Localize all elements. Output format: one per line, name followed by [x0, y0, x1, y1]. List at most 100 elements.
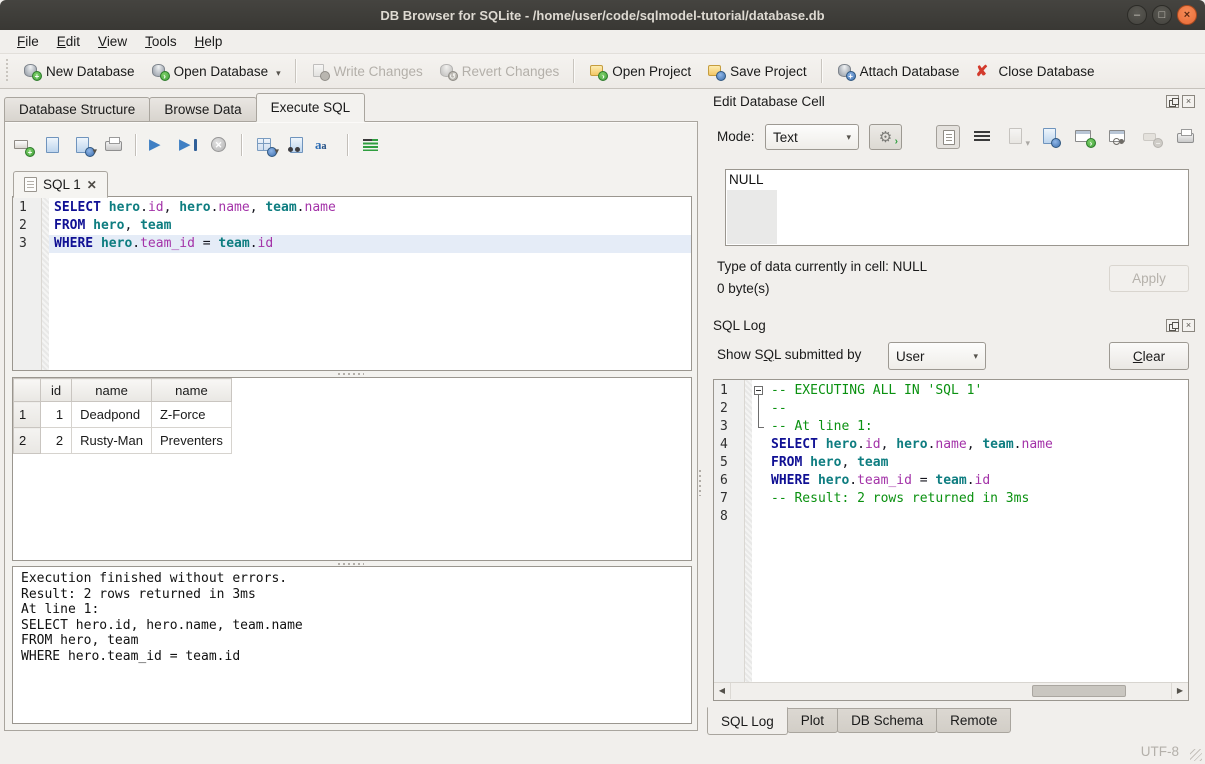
sql-log-filter-label: Show SQL submitted by — [717, 347, 861, 362]
close-sql-tab-icon[interactable]: ✕ — [87, 178, 97, 192]
column-header[interactable]: id — [41, 379, 72, 402]
menu-edit[interactable]: Edit — [48, 32, 89, 51]
execution-status-area[interactable]: Execution finished without errors. Resul… — [12, 566, 692, 724]
bottom-tab-remote[interactable]: Remote — [936, 708, 1011, 733]
menu-file[interactable]: File — [8, 32, 48, 51]
format-sql-icon[interactable] — [361, 135, 381, 155]
float-panel-icon[interactable] — [1166, 319, 1179, 332]
sql-log-editor[interactable]: 1-- EXECUTING ALL IN 'SQL 1'2--3-- At li… — [713, 379, 1189, 701]
execute-sql-page: + ▾ ▶ ▶ ✕ ▾ aa SQL 1 ✕ 1SELECT hero.id, … — [4, 121, 698, 731]
table-cell[interactable]: Preventers — [151, 428, 231, 454]
code-line: 4SELECT hero.id, hero.name, team.name — [714, 436, 1188, 454]
open-project-button[interactable]: › Open Project — [581, 59, 699, 83]
save-results-icon[interactable]: ▾ — [255, 135, 275, 155]
sql-log-filter-select[interactable]: User ▾ — [888, 342, 986, 370]
row-header[interactable]: 1 — [14, 402, 41, 428]
bottom-tab-bar: SQL Log Plot DB Schema Remote — [707, 707, 1010, 735]
word-wrap-icon[interactable] — [970, 125, 994, 149]
save-project-button[interactable]: Save Project — [699, 59, 815, 83]
column-header[interactable]: name — [72, 379, 152, 402]
fold-marker[interactable] — [752, 400, 766, 418]
scroll-right-icon[interactable]: ▶ — [1171, 683, 1188, 699]
close-button[interactable]: × — [1177, 5, 1197, 25]
gear-icon: ⚙ — [879, 130, 892, 145]
table-cell[interactable]: 2 — [41, 428, 72, 454]
column-header[interactable]: name — [151, 379, 231, 402]
mode-select[interactable]: Text ▾ — [765, 124, 859, 150]
execute-current-line-icon[interactable]: ▶ — [179, 135, 199, 155]
find-icon[interactable] — [285, 135, 305, 155]
tab-database-structure[interactable]: Database Structure — [4, 97, 150, 122]
fold-marker[interactable] — [752, 382, 766, 400]
right-pane: Edit Database Cell × Mode: Text ▾ ⚙ › ▾ … — [705, 89, 1199, 740]
cell-value-editor[interactable]: NULL — [725, 169, 1189, 246]
attach-database-button[interactable]: + Attach Database — [829, 59, 968, 83]
toolbar-drag-handle[interactable] — [3, 59, 11, 83]
table-cell[interactable]: Z-Force — [151, 402, 231, 428]
cell-size-label: 0 byte(s) — [717, 281, 770, 296]
sql-log-hscrollbar[interactable]: ◀ ▶ — [714, 682, 1188, 700]
code-line: 6WHERE hero.team_id = team.id — [714, 472, 1188, 490]
print-cell-icon[interactable] — [1174, 125, 1198, 149]
line-number: 2 — [714, 400, 744, 418]
results-table: idnamename11DeadpondZ-Force22Rusty-ManPr… — [13, 378, 232, 454]
copy-link-icon[interactable] — [1106, 125, 1130, 149]
pane-splitter[interactable] — [699, 470, 701, 496]
maximize-button[interactable]: □ — [1152, 5, 1172, 25]
tab-browse-data[interactable]: Browse Data — [149, 97, 256, 122]
scroll-left-icon[interactable]: ◀ — [714, 683, 731, 699]
table-row[interactable]: 22Rusty-ManPreventers — [14, 428, 232, 454]
fold-marker[interactable] — [752, 418, 766, 436]
save-sql-file-icon[interactable]: ▾ — [73, 135, 93, 155]
new-sql-tab-icon[interactable]: + — [13, 135, 33, 155]
sql-log-code: 1-- EXECUTING ALL IN 'SQL 1'2--3-- At li… — [714, 382, 1188, 526]
editor-results-splitter[interactable] — [5, 371, 697, 376]
print-sql-icon[interactable] — [103, 135, 123, 155]
table-cell[interactable]: Deadpond — [72, 402, 152, 428]
table-cell[interactable]: 1 — [41, 402, 72, 428]
float-panel-icon[interactable] — [1166, 95, 1179, 108]
table-cell[interactable]: Rusty-Man — [72, 428, 152, 454]
auto-complete-icon[interactable]: aa — [315, 135, 335, 155]
sql-1-tab[interactable]: SQL 1 ✕ — [13, 171, 108, 198]
execute-all-icon[interactable]: ▶ — [149, 135, 169, 155]
clear-log-button[interactable]: Clear — [1109, 342, 1189, 370]
minimize-button[interactable]: – — [1127, 5, 1147, 25]
close-panel-icon[interactable]: × — [1182, 95, 1195, 108]
close-panel-icon[interactable]: × — [1182, 319, 1195, 332]
auto-apply-button[interactable]: ⚙ › — [869, 124, 902, 150]
export-data-icon[interactable] — [1038, 125, 1062, 149]
code-line: 2-- — [714, 400, 1188, 418]
menu-view[interactable]: View — [89, 32, 136, 51]
results-table-area[interactable]: idnamename11DeadpondZ-Force22Rusty-ManPr… — [12, 377, 692, 561]
attach-database-icon: + — [837, 63, 854, 79]
resize-grip[interactable] — [1190, 749, 1202, 761]
menu-help[interactable]: Help — [186, 32, 232, 51]
table-corner-header[interactable] — [14, 379, 41, 402]
open-sql-file-icon[interactable] — [43, 135, 63, 155]
row-header[interactable]: 2 — [14, 428, 41, 454]
bottom-tab-plot[interactable]: Plot — [787, 708, 838, 733]
code-line: 2FROM hero, team — [13, 217, 691, 235]
scrollbar-thumb[interactable] — [1032, 685, 1127, 697]
bottom-tab-sql-log[interactable]: SQL Log — [707, 707, 788, 735]
close-database-button[interactable]: ✘ Close Database — [967, 59, 1102, 83]
chevron-down-icon: ▾ — [963, 351, 978, 362]
encoding-indicator: UTF-8 — [1141, 744, 1179, 759]
code-line: 3WHERE hero.team_id = team.id — [13, 235, 691, 253]
titlebar[interactable]: DB Browser for SQLite - /home/user/code/… — [0, 0, 1205, 30]
text-mode-icon[interactable] — [936, 125, 960, 149]
open-external-icon[interactable]: › — [1072, 125, 1096, 149]
open-database-dropdown-arrow[interactable]: ▾ — [276, 68, 281, 79]
new-database-button[interactable]: + New Database — [15, 59, 143, 83]
line-number: 1 — [13, 199, 41, 217]
table-row[interactable]: 11DeadpondZ-Force — [14, 402, 232, 428]
code-line: 1-- EXECUTING ALL IN 'SQL 1' — [714, 382, 1188, 400]
menu-tools[interactable]: Tools — [136, 32, 186, 51]
code-line: 7-- Result: 2 rows returned in 3ms — [714, 490, 1188, 508]
bottom-tab-db-schema[interactable]: DB Schema — [837, 708, 937, 733]
open-database-button[interactable]: › Open Database ▾ — [143, 59, 289, 83]
toolbar-separator — [295, 59, 297, 83]
sql-editor[interactable]: 1SELECT hero.id, hero.name, team.name2FR… — [12, 196, 692, 371]
tab-execute-sql[interactable]: Execute SQL — [256, 93, 366, 122]
